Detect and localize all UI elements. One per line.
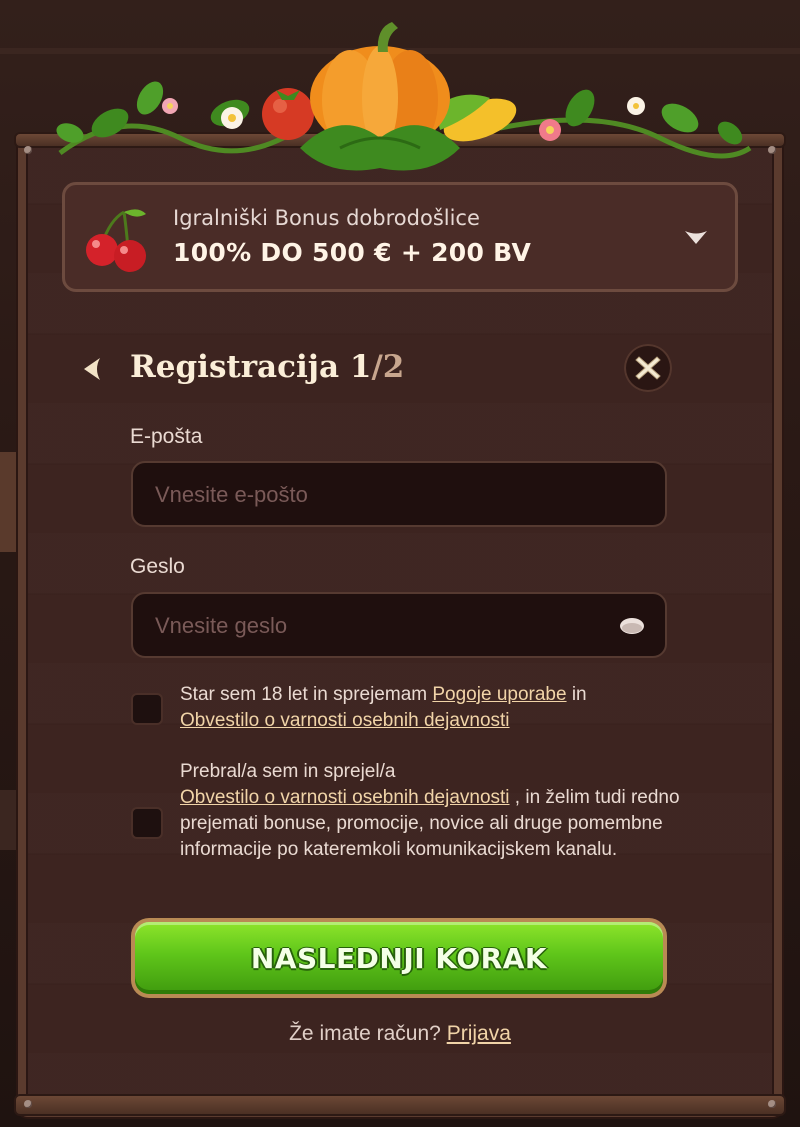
terms-of-use-link[interactable]: Pogoje uporabe	[432, 684, 566, 705]
modal-bottom-rail	[14, 1094, 786, 1116]
password-field-wrapper	[131, 592, 667, 658]
nail-decoration	[24, 1100, 32, 1108]
marketing-consent-text: Prebral/a sem in sprejel/a Obvestilo o va…	[180, 759, 680, 863]
terms-text: Star sem 18 let in sprejemam	[180, 684, 433, 705]
password-field[interactable]	[153, 604, 627, 648]
login-prompt-text: Že imate račun?	[289, 1022, 447, 1045]
email-label: E-pošta	[130, 425, 203, 448]
bonus-title: 100% DO 500 € + 200 BV	[173, 238, 532, 267]
step-indicator: /2	[371, 349, 405, 385]
title-text: Registracija 1	[130, 349, 372, 385]
nail-decoration	[24, 146, 32, 154]
welcome-bonus-card[interactable]	[62, 182, 738, 292]
next-step-button[interactable]: NASLEDNJI KORAK	[131, 918, 667, 998]
login-link[interactable]: Prijava	[447, 1022, 511, 1045]
marketing-text: Prebral/a sem in sprejel/a	[180, 761, 396, 782]
harvest-garland-decoration	[56, 22, 752, 171]
cherry-icon	[86, 209, 146, 272]
nail-decoration	[768, 146, 776, 154]
password-label: Geslo	[130, 555, 185, 578]
terms-text-mid: in	[566, 684, 587, 705]
chevron-down-icon[interactable]	[682, 226, 710, 248]
terms-checkbox[interactable]	[131, 693, 163, 725]
privacy-notice-link-2[interactable]: Obvestilo o varnosti osebnih dejavnosti	[180, 787, 510, 808]
close-icon	[635, 356, 661, 380]
terms-consent-text: Star sem 18 let in sprejemam Pogoje upor…	[180, 682, 680, 734]
login-prompt: Že imate račun? Prijava	[0, 1022, 800, 1046]
eye-icon[interactable]	[619, 616, 645, 636]
bonus-subtitle: Igralniški Bonus dobrodošlice	[173, 206, 480, 230]
close-button[interactable]	[624, 344, 672, 392]
privacy-notice-link[interactable]: Obvestilo o varnosti osebnih dejavnosti	[180, 710, 510, 731]
marketing-checkbox[interactable]	[131, 807, 163, 839]
email-field[interactable]	[153, 473, 627, 517]
chevron-left-icon[interactable]	[80, 355, 106, 383]
next-step-label: NASLEDNJI KORAK	[135, 922, 663, 994]
page-title: Registracija 1/2	[130, 349, 404, 385]
nail-decoration	[768, 1100, 776, 1108]
email-field-wrapper	[131, 461, 667, 527]
